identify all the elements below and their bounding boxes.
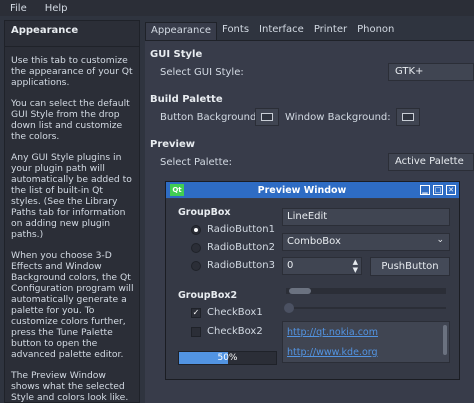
help-paragraph: Any GUI Style plugins in your plugin pat…: [11, 152, 132, 240]
combo-box-value: ComboBox: [287, 236, 341, 247]
radio-button-2-label: RadioButton2: [207, 242, 275, 253]
button-background-label: Button Background:: [160, 112, 260, 123]
slider-handle[interactable]: [284, 303, 294, 313]
checkbox-2-label: CheckBox2: [207, 326, 263, 337]
link-qt[interactable]: http://qt.nokia.com: [287, 327, 378, 338]
push-button[interactable]: PushButton: [370, 257, 450, 276]
tab-bar: Appearance Fonts Interface Printer Phono…: [145, 22, 399, 40]
combo-box[interactable]: ComboBox ⌄: [282, 233, 450, 251]
maximize-icon[interactable]: □: [433, 185, 443, 195]
preview-window-title: Preview Window: [257, 184, 347, 196]
sidebar-title: Appearance: [5, 21, 139, 47]
groupbox1-title: GroupBox: [178, 207, 231, 218]
spin-box[interactable]: 0 ▲ ▼: [282, 257, 362, 275]
window-background-label: Window Background:: [285, 112, 391, 123]
gui-style-heading: GUI Style: [150, 49, 203, 60]
scrollbar-handle[interactable]: [289, 288, 311, 294]
build-palette-heading: Build Palette: [150, 94, 223, 105]
preview-body: GroupBox RadioButton1 RadioButton2 Radio…: [166, 199, 459, 379]
checkbox-1[interactable]: ✓: [191, 308, 201, 318]
preview-window: Qt Preview Window ▁ □ ✕ GroupBox RadioBu…: [165, 181, 460, 380]
help-paragraph: When you choose 3-D Effects and Window B…: [11, 250, 134, 360]
radio-button-2[interactable]: [191, 243, 201, 253]
tab-phonon[interactable]: Phonon: [352, 22, 399, 40]
radio-button-3-label: RadioButton3: [207, 260, 275, 271]
radio-button-3[interactable]: [191, 261, 201, 271]
link-kde[interactable]: http://www.kde.org: [287, 347, 378, 358]
arrow-down-icon[interactable]: ▼: [353, 266, 358, 274]
preview-heading: Preview: [150, 139, 196, 150]
menu-bar: File Help: [0, 0, 474, 16]
menu-help[interactable]: Help: [35, 3, 76, 14]
minimize-icon[interactable]: ▁: [420, 185, 430, 195]
checkbox-1-label: CheckBox1: [207, 307, 263, 318]
arrow-up-icon[interactable]: ▲: [353, 258, 358, 266]
progress-bar: 50%: [178, 351, 277, 365]
progress-text: 50%: [217, 353, 238, 363]
line-edit[interactable]: LineEdit: [282, 208, 450, 226]
button-background-color-button[interactable]: [255, 108, 279, 126]
radio-button-1-label: RadioButton1: [207, 224, 275, 235]
horizontal-scrollbar[interactable]: [286, 288, 446, 294]
palette-combo[interactable]: Active Palette: [388, 153, 474, 171]
color-swatch: [261, 113, 273, 121]
tab-printer[interactable]: Printer: [309, 22, 352, 40]
gui-style-value: GTK+: [395, 66, 424, 77]
color-swatch: [402, 113, 414, 121]
gui-style-label: Select GUI Style:: [160, 67, 244, 78]
help-sidebar: Appearance Use this tab to customize the…: [4, 20, 140, 403]
help-paragraph: The Preview Window shows what the select…: [11, 370, 129, 403]
preview-titlebar: Qt Preview Window ▁ □ ✕: [166, 182, 459, 198]
chevron-down-icon: ⌄: [436, 235, 444, 245]
select-palette-label: Select Palette:: [160, 157, 233, 168]
menu-file[interactable]: File: [0, 3, 35, 14]
qt-logo-icon: Qt: [170, 184, 184, 196]
sidebar-text[interactable]: Use this tab to customize the appearance…: [5, 47, 139, 403]
spin-box-value: 0: [287, 260, 294, 271]
window-background-color-button[interactable]: [396, 108, 420, 126]
radio-button-1[interactable]: [191, 225, 201, 235]
help-paragraph: Use this tab to customize the appearance…: [11, 55, 133, 88]
palette-value: Active Palette: [395, 156, 464, 167]
help-paragraph: You can select the default GUI Style fro…: [11, 98, 130, 142]
tab-fonts[interactable]: Fonts: [217, 22, 254, 40]
gui-style-combo[interactable]: GTK+: [388, 63, 474, 81]
line-edit-value: LineEdit: [287, 211, 328, 222]
groupbox2-title: GroupBox2: [178, 290, 238, 301]
slider[interactable]: [284, 303, 446, 313]
link-text-area[interactable]: http://qt.nokia.com http://www.kde.org: [282, 321, 450, 363]
tab-interface[interactable]: Interface: [254, 22, 309, 40]
tab-appearance[interactable]: Appearance: [145, 22, 218, 40]
checkbox-2[interactable]: [191, 327, 201, 337]
vertical-scrollbar[interactable]: [443, 325, 447, 355]
close-icon[interactable]: ✕: [446, 185, 456, 195]
